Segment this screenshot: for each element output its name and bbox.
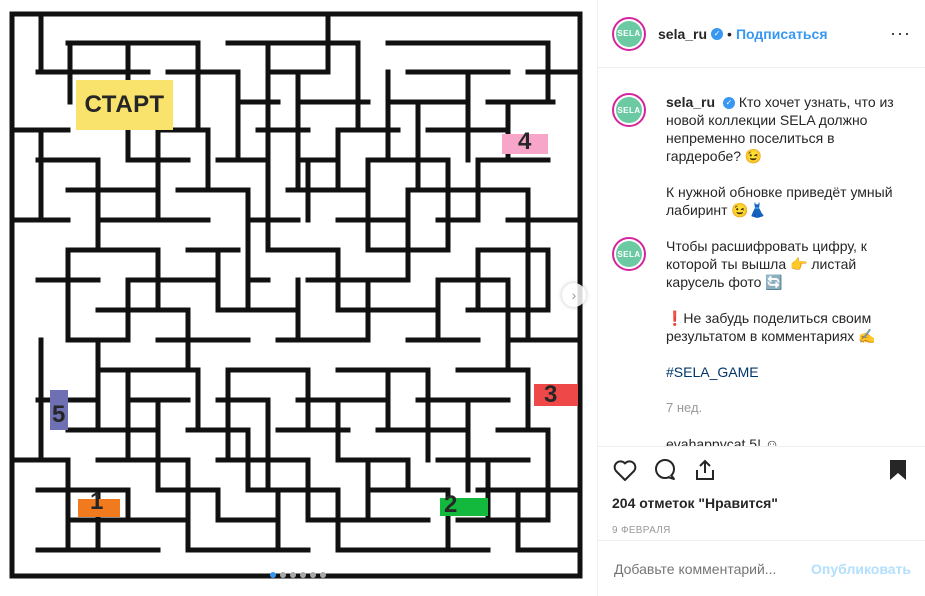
post-sidebar: SELA sela_ru ✓ • Подписаться ··· SELA se…: [597, 0, 925, 596]
share-icon[interactable]: [692, 457, 718, 483]
like-count[interactable]: 204 отметок "Нравится": [612, 495, 911, 511]
comment-text: Чтобы расшифровать цифру, к которой ты в…: [666, 237, 902, 446]
bookmark-icon[interactable]: [885, 457, 911, 483]
maze-start-label: СТАРТ: [84, 91, 165, 118]
comment-icon[interactable]: [652, 457, 678, 483]
post-header: SELA sela_ru ✓ • Подписаться ···: [598, 0, 925, 68]
verified-badge-icon: ✓: [722, 97, 735, 110]
carousel-dot: [290, 572, 296, 578]
maze-marker-1: 1: [90, 488, 104, 515]
comment-input[interactable]: [612, 559, 812, 578]
comments-list[interactable]: SELA sela_ru ✓ Кто хочет узнать, что из …: [598, 68, 925, 446]
maze-marker-5: 5: [52, 401, 66, 428]
carousel-dot: [280, 572, 286, 578]
avatar-logo: SELA: [616, 97, 642, 123]
comment-item: SELA Чтобы расшифровать цифру, к которой…: [612, 237, 911, 446]
hashtag-link[interactable]: #SELA_GAME: [666, 363, 902, 381]
carousel-dot: [320, 572, 326, 578]
action-icons: [612, 457, 911, 483]
more-options-icon[interactable]: ···: [890, 23, 911, 44]
maze-marker-2: 2: [444, 491, 458, 518]
maze-image: СТАРТ 1 2 3 4 5: [8, 10, 584, 582]
caption-paragraph-2: К нужной обновке приведёт умный лабиринт…: [666, 184, 893, 218]
post-media: СТАРТ 1 2 3 4 5 ›: [0, 0, 597, 596]
publish-button[interactable]: Опубликовать: [811, 561, 911, 577]
avatar[interactable]: SELA: [612, 93, 646, 127]
heart-icon[interactable]: [612, 457, 638, 483]
caption-text: sela_ru ✓ Кто хочет узнать, что из новой…: [666, 93, 902, 237]
avatar-logo: SELA: [616, 20, 642, 47]
carousel-dot: [300, 572, 306, 578]
caption-comment: SELA sela_ru ✓ Кто хочет узнать, что из …: [612, 93, 911, 237]
comment-paragraph-1: Чтобы расшифровать цифру, к которой ты в…: [666, 238, 867, 290]
maze-marker-3: 3: [544, 381, 558, 408]
avatar[interactable]: SELA: [612, 237, 646, 271]
header-separator: •: [727, 25, 732, 42]
carousel-indicator: [270, 572, 326, 578]
caption-username[interactable]: sela_ru: [666, 94, 715, 110]
avatar-logo: SELA: [616, 241, 642, 267]
chevron-right-icon: ›: [571, 287, 577, 303]
carousel-next-button[interactable]: ›: [562, 283, 586, 307]
carousel-dot: [310, 572, 316, 578]
comment-paragraph-2: ❗Не забудь поделиться своим результатом …: [666, 310, 876, 344]
post-date[interactable]: 9 ФЕВРАЛЯ: [612, 525, 911, 536]
maze-marker-4: 4: [518, 128, 532, 155]
add-comment-bar: Опубликовать: [598, 540, 925, 596]
verified-badge-icon: ✓: [711, 27, 724, 40]
comment-timestamp[interactable]: 7 нед.: [666, 399, 902, 417]
post-actions: 204 отметок "Нравится" 9 ФЕВРАЛЯ: [598, 446, 925, 536]
avatar[interactable]: SELA: [612, 16, 646, 51]
header-username[interactable]: sela_ru: [658, 26, 707, 42]
follow-button[interactable]: Подписаться: [736, 26, 828, 42]
next-comment-preview: evahappycat 5! ☺: [666, 436, 780, 446]
carousel-dot: [270, 572, 276, 578]
